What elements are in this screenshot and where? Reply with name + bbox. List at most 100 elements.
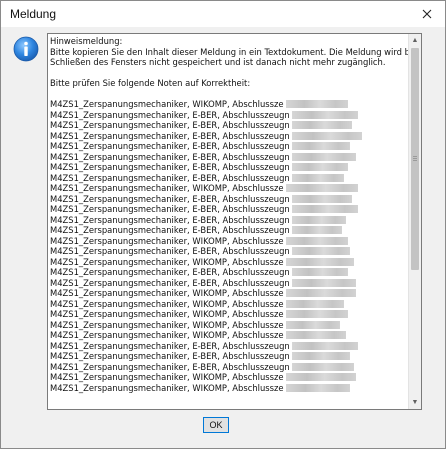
record-text: M4ZS1_Zerspanungsmechaniker, WIKOMP, Abs… — [50, 99, 284, 109]
dialog-content: Hinweismeldung: Bitte kopieren Sie den I… — [1, 27, 445, 448]
redacted-value — [291, 247, 350, 255]
redacted-value — [285, 299, 344, 308]
record-line: M4ZS1_Zerspanungsmechaniker, WIKOMP, Abs… — [50, 257, 408, 268]
redacted-value — [291, 194, 352, 203]
record-text: M4ZS1_Zerspanungsmechaniker, WIKOMP, Abs… — [50, 330, 284, 340]
redacted-value — [291, 341, 358, 350]
record-text: M4ZS1_Zerspanungsmechaniker, E-BER, Absc… — [50, 361, 290, 372]
scroll-up-button[interactable]: ▲ — [409, 34, 421, 47]
thumb-grip — [413, 160, 417, 161]
record-line: M4ZS1_Zerspanungsmechaniker, E-BER, Absc… — [50, 120, 408, 131]
record-text: M4ZS1_Zerspanungsmechaniker, E-BER, Absc… — [50, 351, 290, 361]
scroll-up-arrow-icon: ▲ — [411, 37, 419, 44]
record-text: M4ZS1_Zerspanungsmechaniker, WIKOMP, Abs… — [50, 309, 284, 319]
message-text-area[interactable]: Hinweismeldung: Bitte kopieren Sie den I… — [47, 33, 422, 410]
record-text: M4ZS1_Zerspanungsmechaniker, E-BER, Absc… — [50, 225, 290, 235]
scroll-down-button[interactable]: ▼ — [409, 396, 421, 409]
redacted-value — [291, 142, 350, 150]
info-icon — [13, 36, 39, 62]
record-line: M4ZS1_Zerspanungsmechaniker, E-BER, Absc… — [50, 362, 408, 373]
redacted-value — [291, 362, 354, 371]
close-button[interactable] — [417, 4, 437, 24]
record-line: M4ZS1_Zerspanungsmechaniker, E-BER, Absc… — [50, 215, 408, 226]
redacted-value — [291, 131, 362, 140]
message-heading: Hinweismeldung: — [50, 36, 123, 46]
redacted-value — [291, 226, 342, 234]
redacted-value — [285, 310, 348, 318]
record-line: M4ZS1_Zerspanungsmechaniker, E-BER, Absc… — [50, 162, 408, 173]
record-line: M4ZS1_Zerspanungsmechaniker, WIKOMP, Abs… — [50, 383, 408, 394]
window-title: Meldung — [10, 7, 57, 21]
scrollbar-thumb[interactable] — [411, 48, 419, 270]
record-line: M4ZS1_Zerspanungsmechaniker, WIKOMP, Abs… — [50, 309, 408, 320]
record-line: M4ZS1_Zerspanungsmechaniker, WIKOMP, Abs… — [50, 372, 408, 383]
record-line: M4ZS1_Zerspanungsmechaniker, E-BER, Absc… — [50, 204, 408, 215]
record-line: M4ZS1_Zerspanungsmechaniker, E-BER, Absc… — [50, 278, 408, 289]
message-intro-line-2: Schließen des Fensters nicht gespeichert… — [50, 57, 386, 67]
thumb-grip — [413, 156, 417, 157]
record-text: M4ZS1_Zerspanungsmechaniker, WIKOMP, Abs… — [50, 319, 284, 330]
record-line: M4ZS1_Zerspanungsmechaniker, E-BER, Absc… — [50, 267, 408, 278]
record-line: M4ZS1_Zerspanungsmechaniker, E-BER, Absc… — [50, 141, 408, 152]
close-icon — [422, 9, 432, 19]
redacted-value — [291, 121, 352, 129]
redacted-value — [291, 215, 346, 224]
record-line: M4ZS1_Zerspanungsmechaniker, E-BER, Absc… — [50, 173, 408, 184]
vertical-scrollbar[interactable]: ▲ ▼ — [408, 34, 421, 409]
record-text: M4ZS1_Zerspanungsmechaniker, E-BER, Absc… — [50, 109, 290, 120]
record-text: M4ZS1_Zerspanungsmechaniker, E-BER, Absc… — [50, 267, 290, 277]
record-line: M4ZS1_Zerspanungsmechaniker, WIKOMP, Abs… — [50, 320, 408, 331]
redacted-value — [291, 173, 344, 182]
record-line: M4ZS1_Zerspanungsmechaniker, E-BER, Absc… — [50, 246, 408, 257]
record-line: M4ZS1_Zerspanungsmechaniker, WIKOMP, Abs… — [50, 236, 408, 247]
record-text: M4ZS1_Zerspanungsmechaniker, E-BER, Absc… — [50, 162, 290, 172]
record-text: M4ZS1_Zerspanungsmechaniker, E-BER, Absc… — [50, 214, 290, 225]
redacted-value — [291, 152, 356, 161]
record-text: M4ZS1_Zerspanungsmechaniker, E-BER, Absc… — [50, 151, 290, 162]
record-text: M4ZS1_Zerspanungsmechaniker, WIKOMP, Abs… — [50, 256, 284, 267]
title-bar: Meldung — [1, 1, 445, 27]
record-line: M4ZS1_Zerspanungsmechaniker, E-BER, Absc… — [50, 110, 408, 121]
scroll-down-arrow-icon: ▼ — [411, 399, 419, 406]
record-line: M4ZS1_Zerspanungsmechaniker, WIKOMP, Abs… — [50, 183, 408, 194]
redacted-value — [291, 278, 356, 287]
record-text: M4ZS1_Zerspanungsmechaniker, E-BER, Absc… — [50, 204, 290, 214]
record-text: M4ZS1_Zerspanungsmechaniker, E-BER, Absc… — [50, 193, 290, 204]
ok-button[interactable]: OK — [203, 417, 229, 433]
record-text: M4ZS1_Zerspanungsmechaniker, WIKOMP, Abs… — [50, 183, 284, 193]
redacted-value — [291, 205, 358, 213]
thumb-grip — [413, 158, 417, 159]
record-line: M4ZS1_Zerspanungsmechaniker, E-BER, Absc… — [50, 131, 408, 142]
redacted-value — [285, 289, 356, 297]
redacted-value — [291, 110, 358, 119]
record-line: M4ZS1_Zerspanungsmechaniker, E-BER, Absc… — [50, 194, 408, 205]
redacted-value — [285, 184, 358, 192]
record-text: M4ZS1_Zerspanungsmechaniker, E-BER, Absc… — [50, 277, 290, 288]
redacted-value — [291, 163, 348, 171]
record-line: M4ZS1_Zerspanungsmechaniker, E-BER, Absc… — [50, 351, 408, 362]
record-text: M4ZS1_Zerspanungsmechaniker, E-BER, Absc… — [50, 172, 290, 183]
redacted-value — [285, 331, 346, 339]
record-line: M4ZS1_Zerspanungsmechaniker, WIKOMP, Abs… — [50, 288, 408, 299]
record-text: M4ZS1_Zerspanungsmechaniker, E-BER, Absc… — [50, 120, 290, 130]
record-text: M4ZS1_Zerspanungsmechaniker, WIKOMP, Abs… — [50, 288, 284, 298]
redacted-value — [291, 268, 348, 276]
message-dialog: Meldung Hinweismeldung: Bitte kopieren S… — [0, 0, 446, 449]
record-line: M4ZS1_Zerspanungsmechaniker, WIKOMP, Abs… — [50, 330, 408, 341]
record-line: M4ZS1_Zerspanungsmechaniker, E-BER, Absc… — [50, 341, 408, 352]
record-text: M4ZS1_Zerspanungsmechaniker, E-BER, Absc… — [50, 141, 290, 151]
record-text: M4ZS1_Zerspanungsmechaniker, E-BER, Absc… — [50, 130, 290, 141]
record-line: M4ZS1_Zerspanungsmechaniker, WIKOMP, Abs… — [50, 299, 408, 310]
message-text: Hinweismeldung: Bitte kopieren Sie den I… — [50, 36, 421, 394]
redacted-value — [285, 373, 356, 381]
record-line: M4ZS1_Zerspanungsmechaniker, E-BER, Absc… — [50, 152, 408, 163]
redacted-value — [285, 100, 348, 108]
record-text: M4ZS1_Zerspanungsmechaniker, WIKOMP, Abs… — [50, 298, 284, 309]
record-text: M4ZS1_Zerspanungsmechaniker, E-BER, Absc… — [50, 246, 290, 256]
record-line: M4ZS1_Zerspanungsmechaniker, WIKOMP, Abs… — [50, 99, 408, 110]
redacted-value — [285, 383, 350, 392]
redacted-value — [291, 352, 350, 360]
redacted-value — [285, 320, 340, 329]
check-prompt: Bitte prüfen Sie folgende Noten auf Korr… — [50, 78, 251, 88]
